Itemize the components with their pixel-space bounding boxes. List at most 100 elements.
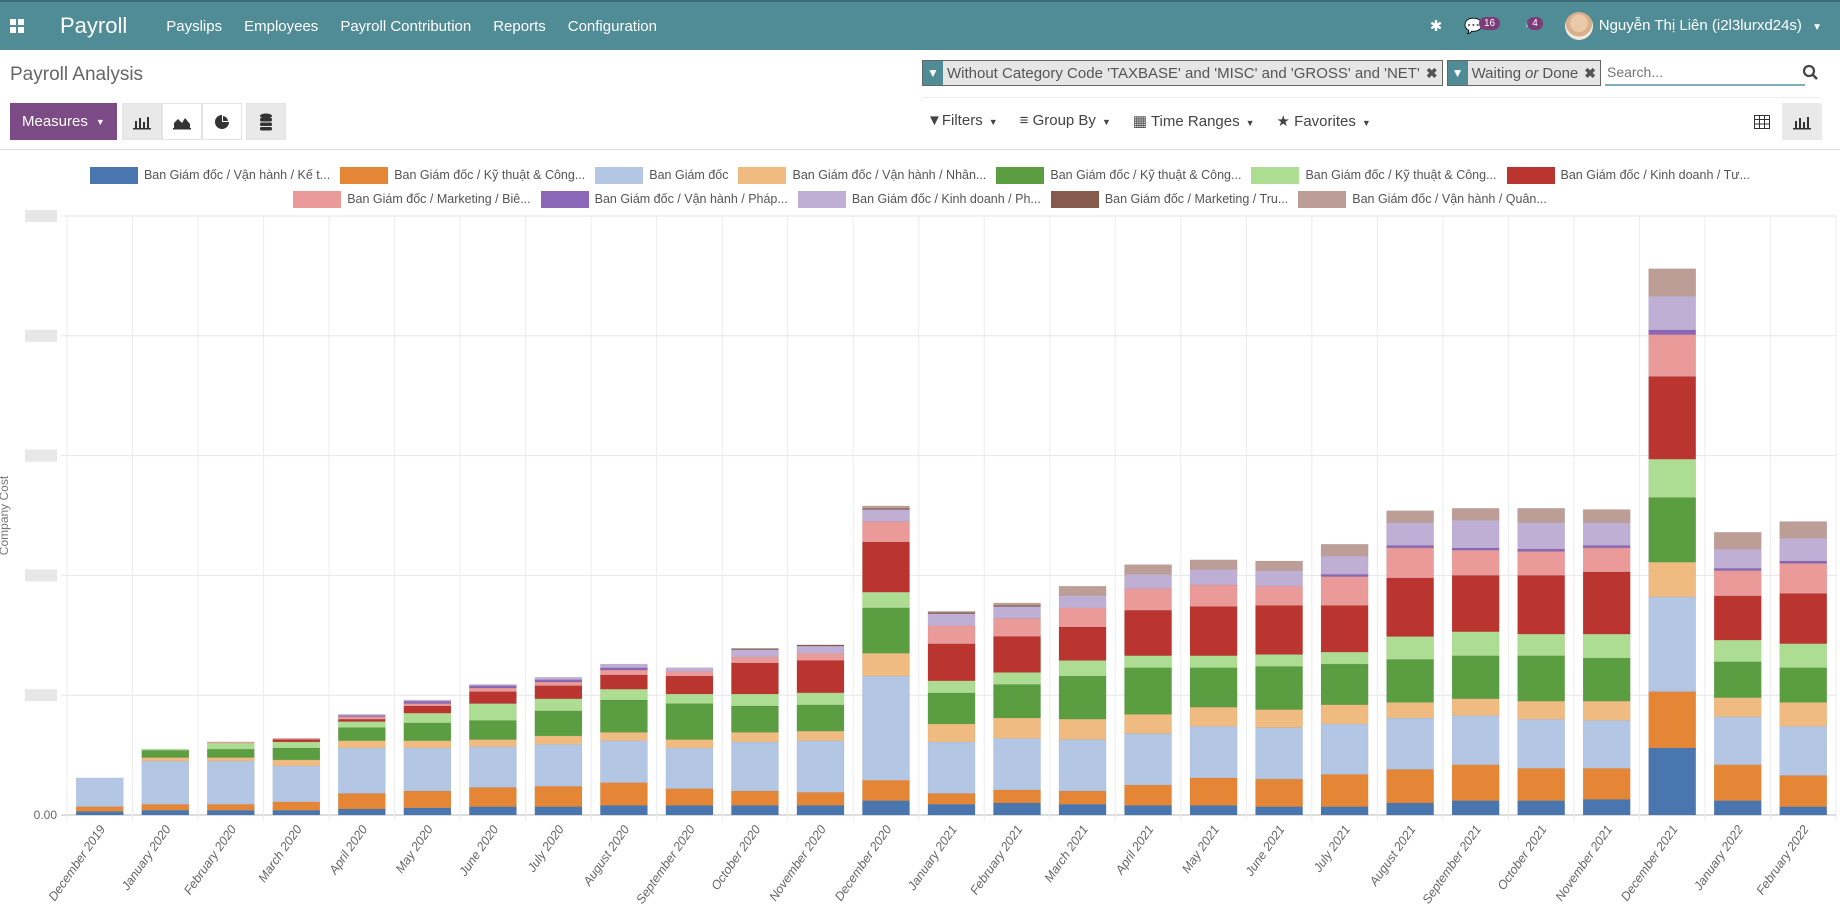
x-tick-label: March 2020 bbox=[255, 823, 304, 885]
remove-facet-icon[interactable]: ✖ bbox=[1582, 61, 1600, 85]
menu-payslips[interactable]: Payslips bbox=[155, 18, 233, 35]
activities-count-badge: 4 bbox=[1527, 16, 1543, 30]
bar-segment bbox=[1320, 573, 1369, 577]
bar-segment bbox=[796, 653, 845, 661]
bar-segment bbox=[1648, 329, 1697, 335]
pie-chart-button[interactable] bbox=[202, 103, 242, 140]
menu-payroll-contribution[interactable]: Payroll Contribution bbox=[329, 18, 482, 35]
legend-label: Ban Giám đốc / Vận hành / Nhân... bbox=[792, 168, 987, 182]
apps-menu-icon[interactable] bbox=[0, 19, 34, 33]
bar-segment bbox=[1124, 564, 1172, 575]
legend-swatch bbox=[340, 166, 389, 184]
bar-segment bbox=[1255, 605, 1303, 655]
bar-segment bbox=[1255, 570, 1303, 587]
bar-segment bbox=[1124, 784, 1172, 806]
caret-down-icon: ▼ bbox=[1361, 118, 1371, 128]
bar-segment bbox=[1255, 709, 1303, 728]
menu-reports[interactable]: Reports bbox=[482, 18, 557, 35]
x-tick-label: October 2020 bbox=[708, 823, 763, 893]
bar-segment bbox=[1386, 510, 1434, 523]
pivot-view-button[interactable] bbox=[1742, 103, 1782, 140]
control-panel: Payroll Analysis Measures ▼ ▼ Without Cat… bbox=[0, 50, 1840, 150]
legend-item[interactable]: Ban Giám đốc / Kỹ thuật & Công... bbox=[340, 166, 585, 184]
bar-segment bbox=[469, 703, 517, 721]
line-chart-button[interactable] bbox=[162, 103, 202, 140]
x-tick-label: March 2021 bbox=[1042, 823, 1091, 885]
bar-segment bbox=[1189, 655, 1238, 668]
legend-item[interactable]: Ban Giám đốc / Vận hành / Kế t... bbox=[89, 166, 330, 184]
bar-segment bbox=[1517, 768, 1566, 801]
app-name[interactable]: Payroll bbox=[34, 13, 155, 39]
search-input[interactable] bbox=[1604, 60, 1805, 86]
x-tick-label: April 2020 bbox=[326, 823, 370, 878]
legend-item[interactable]: Ban Giám đốc / Kỹ thuật & Công... bbox=[1251, 166, 1497, 184]
bar-segment bbox=[469, 746, 517, 788]
bar-segment bbox=[1058, 595, 1107, 608]
bar-segment bbox=[1189, 726, 1238, 779]
search-icon[interactable] bbox=[1802, 64, 1818, 85]
bar-segment bbox=[1517, 548, 1566, 552]
bar-segment bbox=[1255, 654, 1303, 667]
bar-segment bbox=[796, 740, 845, 793]
bar-segment bbox=[1713, 661, 1762, 698]
x-tick-label: May 2021 bbox=[1179, 823, 1222, 876]
x-tick-label: February 2022 bbox=[1754, 823, 1812, 898]
stacked-toggle-button[interactable] bbox=[246, 103, 286, 140]
x-tick-label: February 2020 bbox=[181, 823, 239, 898]
debug-bug-icon[interactable]: ✱ bbox=[1430, 17, 1443, 35]
bar-segment bbox=[993, 602, 1041, 606]
bar-segment bbox=[1648, 596, 1697, 692]
bar-chart-button[interactable] bbox=[122, 103, 162, 140]
measures-dropdown[interactable]: Measures ▼ bbox=[10, 103, 117, 140]
bar-segment bbox=[600, 732, 648, 741]
bar-segment bbox=[1058, 585, 1107, 597]
bar-segment bbox=[993, 606, 1041, 619]
bar-segment bbox=[1320, 605, 1369, 653]
user-name: Nguyễn Thị Liên (i2l3lurxd24s) bbox=[1598, 16, 1802, 34]
bar-segment bbox=[1451, 547, 1500, 551]
groupby-dropdown[interactable]: ≡ Group By ▼ bbox=[1020, 112, 1111, 130]
bar-segment bbox=[403, 790, 452, 809]
avatar bbox=[1564, 12, 1593, 40]
bar-segment bbox=[1189, 606, 1238, 656]
remove-facet-icon[interactable]: ✖ bbox=[1424, 61, 1442, 85]
bar-segment bbox=[403, 699, 452, 702]
x-tick-label: May 2020 bbox=[393, 823, 436, 876]
bar-segment bbox=[862, 675, 910, 781]
bar-segment bbox=[1320, 704, 1369, 725]
bar-segment bbox=[731, 656, 779, 664]
menu-employees[interactable]: Employees bbox=[233, 18, 329, 35]
bar-segment bbox=[862, 780, 910, 801]
bar-segment bbox=[1451, 715, 1500, 765]
messages-button[interactable]: 💬16 bbox=[1464, 17, 1501, 35]
bar-segment bbox=[141, 803, 190, 811]
bar-segment bbox=[337, 721, 386, 728]
filters-dropdown[interactable]: ▼Filters ▼ bbox=[927, 112, 998, 130]
bar-segment bbox=[862, 653, 910, 677]
x-tick-label: November 2021 bbox=[1553, 823, 1615, 904]
bar-segment bbox=[1255, 560, 1303, 571]
bar-segment bbox=[1779, 593, 1828, 644]
bar-segment bbox=[731, 648, 779, 650]
user-menu[interactable]: Nguyễn Thị Liên (i2l3lurxd24s) ▼ bbox=[1564, 12, 1822, 40]
bar-segment bbox=[1451, 508, 1500, 521]
legend-item[interactable]: Ban Giám đốc / Vận hành / Nhân... bbox=[738, 166, 987, 184]
area-chart-icon bbox=[173, 117, 191, 129]
bar-segment bbox=[1713, 716, 1762, 765]
menu-configuration[interactable]: Configuration bbox=[557, 18, 668, 35]
x-tick-label: April 2021 bbox=[1112, 823, 1156, 878]
bar-segment bbox=[1255, 585, 1303, 606]
legend-item[interactable]: Ban Giám đốc bbox=[595, 166, 728, 184]
timeranges-dropdown[interactable]: ▦ Time Ranges ▼ bbox=[1133, 112, 1255, 130]
legend-item[interactable]: Ban Giám đốc / Kỹ thuật & Công... bbox=[996, 166, 1241, 184]
legend-item[interactable]: Ban Giám đốc / Kinh doanh / Tư... bbox=[1506, 166, 1750, 184]
favorites-dropdown[interactable]: ★ Favorites ▼ bbox=[1277, 112, 1371, 130]
bar-segment bbox=[1779, 563, 1828, 594]
bar-segment bbox=[993, 802, 1041, 816]
bar-segment bbox=[469, 691, 517, 704]
bar-segment bbox=[1648, 747, 1697, 816]
graph-view-button[interactable] bbox=[1782, 103, 1822, 140]
activities-button[interactable]: ◔4 bbox=[1522, 16, 1543, 35]
bar-segment bbox=[731, 705, 779, 733]
bar-segment bbox=[337, 808, 386, 816]
